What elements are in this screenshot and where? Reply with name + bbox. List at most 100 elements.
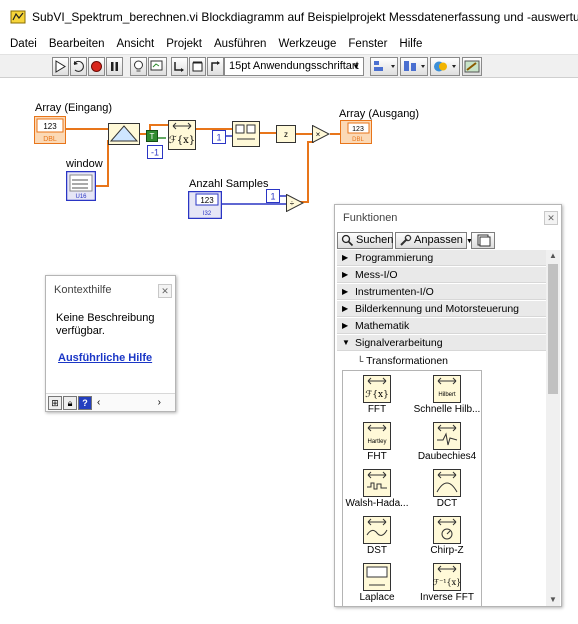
menu-fenster[interactable]: Fenster — [342, 38, 393, 50]
label-array-in: Array (Eingang) — [35, 102, 113, 114]
run-continuously-icon — [73, 60, 84, 72]
abs-node[interactable]: z — [276, 125, 296, 143]
hilbert-icon: Hilbert — [433, 375, 461, 403]
const-1-a[interactable]: 1 — [212, 130, 226, 144]
svg-text:123: 123 — [352, 126, 364, 133]
multiply-node[interactable]: × — [312, 125, 330, 143]
palette-item-dst[interactable]: DST — [339, 516, 415, 563]
anzahl-samples-control[interactable]: 123 I32 — [188, 191, 222, 219]
customize-button-label: Anpassen — [414, 234, 463, 246]
palette-item-dct[interactable]: DCT — [409, 469, 485, 516]
subcategory-transformationen[interactable]: └ Transformationen — [357, 355, 448, 367]
bool-constant[interactable]: T — [146, 130, 158, 142]
pause-button[interactable] — [106, 57, 123, 76]
palette-view-button[interactable] — [471, 232, 495, 249]
palette-scrollbar[interactable]: ▲ ▼ — [546, 250, 560, 606]
reorder-button[interactable] — [430, 57, 460, 76]
palette-item-laplace[interactable]: Laplace — [339, 563, 415, 606]
distribute-objects-button[interactable] — [400, 57, 428, 76]
search-button[interactable]: Suchen — [337, 232, 393, 249]
svg-text:123: 123 — [200, 196, 214, 205]
menu-bearbeiten[interactable]: Bearbeiten — [43, 38, 111, 50]
run-continuously-button[interactable] — [70, 57, 87, 76]
font-selector[interactable]: 15pt Anwendungsschriftart ▼ — [224, 57, 364, 76]
palette-view-icon — [477, 234, 491, 247]
align-objects-button[interactable] — [370, 57, 398, 76]
palette-item-walsh-hadamard[interactable]: Walsh-Hada... — [339, 469, 415, 516]
window-function-node[interactable] — [108, 123, 140, 145]
step-out-button[interactable] — [207, 57, 224, 76]
menu-hilfe[interactable]: Hilfe — [393, 38, 428, 50]
search-icon — [341, 234, 354, 247]
scroll-right-icon[interactable]: › — [158, 397, 161, 408]
lock-icon[interactable]: 🔒︎ — [63, 395, 77, 410]
palette-item-chirp-z[interactable]: Chirp-Z — [409, 516, 485, 563]
wrench-icon — [400, 234, 412, 246]
customize-button[interactable]: Anpassen ▼ — [395, 232, 473, 249]
fft-node[interactable]: ℱ{x} — [168, 120, 196, 150]
highlight-execution-button[interactable] — [130, 57, 147, 76]
close-icon[interactable]: ✕ — [544, 211, 558, 225]
chevron-down-icon: ▼ — [342, 338, 350, 347]
palette-item-inverse-fft[interactable]: ℱ⁻¹{x} Inverse FFT — [409, 563, 485, 606]
palette-item-fht[interactable]: Hartley FHT — [339, 422, 415, 469]
menu-werkzeuge[interactable]: Werkzeuge — [272, 38, 342, 50]
category-bilderkennung[interactable]: ▶ Bilderkennung und Motorsteuerung — [337, 301, 546, 317]
const-1-b[interactable]: 1 — [266, 189, 280, 203]
array-out-indicator[interactable]: 123 DBL — [340, 120, 372, 144]
menu-ansicht[interactable]: Ansicht — [110, 38, 160, 50]
context-help-window: Kontexthilfe ✕ Keine Beschreibung verfüg… — [45, 275, 176, 412]
array-in-control[interactable]: 123 DBL — [34, 116, 66, 144]
menu-ausfuehren[interactable]: Ausführen — [208, 38, 272, 50]
category-mathematik[interactable]: ▶ Mathematik — [337, 318, 546, 334]
context-help-body: Keine Beschreibung verfügbar. — [56, 312, 155, 337]
scroll-up-icon[interactable]: ▲ — [546, 250, 560, 262]
palette-item-fast-hilbert[interactable]: Hilbert Schnelle Hilb... — [409, 375, 485, 422]
category-mess-io[interactable]: ▶ Mess-I/O — [337, 267, 546, 283]
palette-item-daubechies4[interactable]: Daubechies4 — [409, 422, 485, 469]
svg-text:1: 1 — [216, 133, 221, 143]
functions-palette: Funktionen ✕ Suchen Anpassen ▼ ▶ Programm… — [334, 204, 562, 607]
laplace-icon — [363, 563, 391, 591]
step-over-button[interactable] — [189, 57, 206, 76]
tree-branch-icon: └ — [357, 356, 364, 366]
cleanup-broom-icon — [464, 60, 480, 73]
retain-values-icon — [150, 60, 163, 71]
scroll-left-icon[interactable]: ‹ — [97, 397, 100, 408]
menu-datei[interactable]: Datei — [4, 38, 43, 50]
close-icon[interactable]: ✕ — [158, 284, 172, 298]
lightbulb-icon — [134, 60, 143, 72]
retain-wire-values-button[interactable] — [148, 57, 167, 76]
category-signalverarbeitung[interactable]: ▼ Signalverarbeitung — [337, 335, 546, 351]
array-subset-node[interactable] — [232, 121, 260, 147]
step-into-icon — [174, 62, 184, 72]
help-question-icon[interactable]: ? — [78, 395, 92, 410]
chevron-right-icon: ▶ — [342, 270, 349, 279]
svg-text:ℱ{x}: ℱ{x} — [169, 135, 195, 146]
svg-text:ℱ{x}: ℱ{x} — [365, 390, 389, 400]
window-control[interactable]: U16 — [66, 171, 96, 201]
scrollbar-thumb[interactable] — [548, 264, 558, 394]
menu-projekt[interactable]: Projekt — [160, 38, 208, 50]
category-instrumenten-io[interactable]: ▶ Instrumenten-I/O — [337, 284, 546, 300]
step-into-button[interactable] — [171, 57, 188, 76]
run-arrow-icon — [55, 60, 66, 73]
svg-text:I32: I32 — [203, 211, 212, 217]
svg-text:DBL: DBL — [352, 137, 364, 143]
const-123-a: 123 — [43, 122, 57, 131]
run-button[interactable] — [52, 57, 69, 76]
step-out-icon — [211, 61, 220, 71]
hartley-icon: Hartley — [363, 422, 391, 450]
scroll-down-icon[interactable]: ▼ — [546, 594, 560, 606]
abort-button[interactable] — [88, 57, 105, 76]
pause-icon — [111, 62, 118, 71]
walsh-hadamard-icon — [363, 469, 391, 497]
cleanup-diagram-button[interactable] — [462, 57, 482, 76]
category-programmierung[interactable]: ▶ Programmierung — [337, 250, 546, 266]
const-neg1[interactable]: -1 — [147, 145, 163, 159]
palette-item-fft[interactable]: ℱ{x} FFT — [339, 375, 415, 422]
divide-node[interactable]: ÷ — [286, 194, 304, 212]
chevron-right-icon: ▶ — [342, 321, 349, 330]
show-optional-terminals-icon[interactable]: ⊞ — [48, 395, 62, 410]
detailed-help-link[interactable]: Ausführliche Hilfe — [58, 352, 175, 364]
